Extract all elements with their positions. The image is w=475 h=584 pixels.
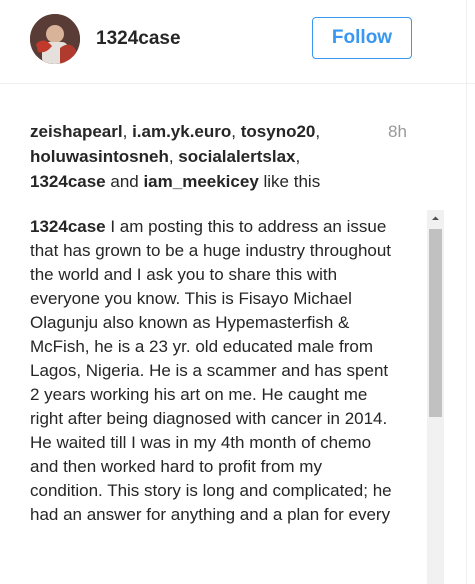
liker-link[interactable]: holuwasintosneh	[30, 147, 169, 166]
liker-link[interactable]: 1324case	[30, 172, 106, 191]
post-caption: 1324case I am posting this to address an…	[30, 215, 398, 527]
liker-link[interactable]: i.am.yk.euro	[132, 122, 231, 141]
liker-link[interactable]: iam_meekicey	[143, 172, 258, 191]
follow-button[interactable]: Follow	[312, 17, 412, 59]
post-panel: ~ 1324case Follow zeishapearl, i.am.yk.e…	[0, 0, 475, 584]
username[interactable]: 1324case	[96, 28, 181, 50]
post-header: ~ 1324case Follow	[0, 0, 475, 84]
chevron-up-icon[interactable]	[427, 210, 444, 227]
post-timestamp[interactable]: 8h	[388, 119, 407, 144]
scrollbar-thumb[interactable]	[429, 229, 442, 417]
liker-link[interactable]: tosyno20	[241, 122, 316, 141]
scrollbar[interactable]	[427, 210, 444, 584]
svg-text:~: ~	[46, 43, 52, 51]
caption-author[interactable]: 1324case	[30, 217, 106, 236]
liker-link[interactable]: socialalertslax	[178, 147, 295, 166]
caption-text: I am posting this to address an issue th…	[30, 217, 392, 524]
likes-summary: zeishapearl, i.am.yk.euro, tosyno20, hol…	[30, 122, 321, 191]
divider	[466, 0, 467, 584]
liker-link[interactable]: zeishapearl	[30, 122, 123, 141]
avatar[interactable]: ~	[30, 14, 80, 64]
